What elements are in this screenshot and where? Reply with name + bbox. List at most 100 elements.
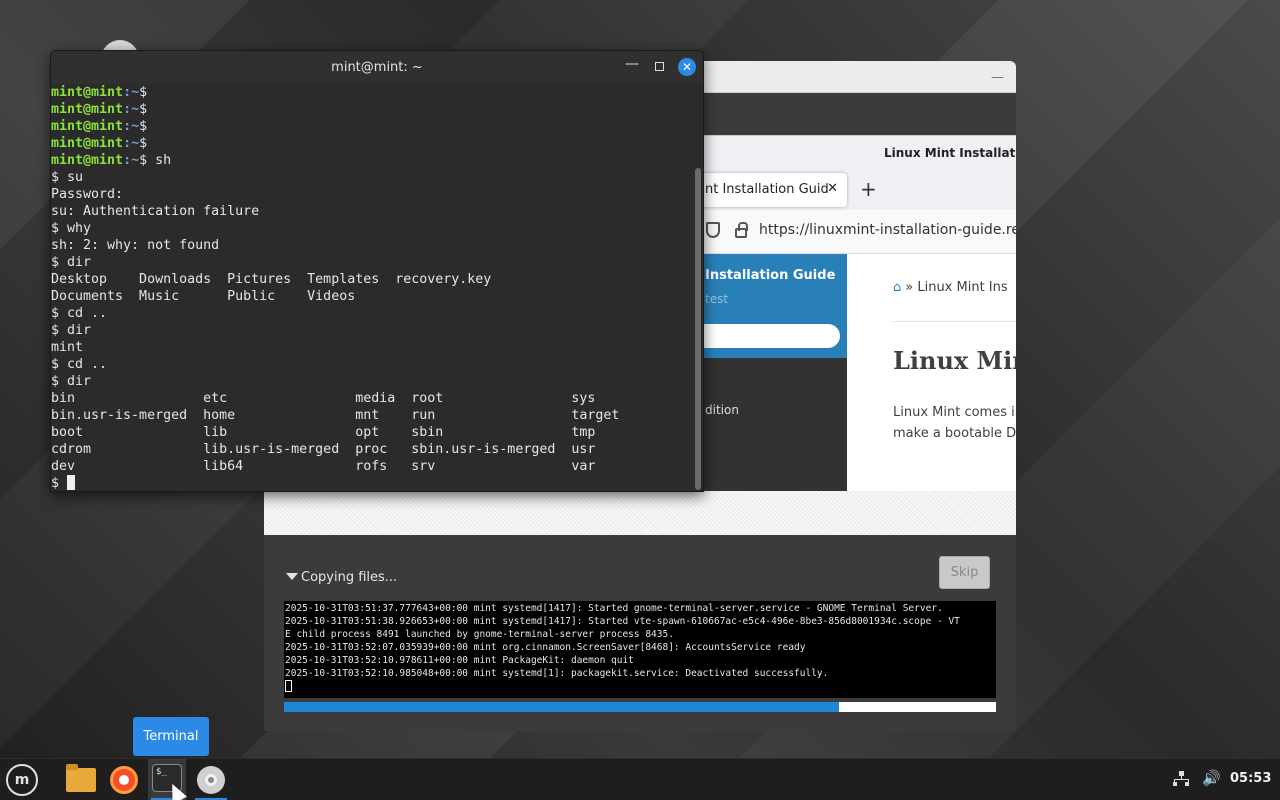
close-icon[interactable]: ✕ bbox=[678, 58, 696, 76]
terminal-text: $ su bbox=[51, 170, 84, 185]
prompt-user: mint@mint bbox=[51, 136, 124, 151]
folder-icon bbox=[66, 764, 96, 792]
terminal-input-line[interactable]: $ bbox=[51, 475, 695, 491]
terminal-text: $ bbox=[139, 119, 156, 134]
docs-content: ⌂» Linux Mint Ins Linux Min Linux Mint c… bbox=[847, 254, 1016, 491]
terminal-text: $ dir bbox=[51, 255, 92, 270]
firefox-launcher[interactable] bbox=[105, 759, 143, 800]
terminal-line: Documents Music Public Videos bbox=[51, 288, 695, 305]
file-manager-launcher[interactable] bbox=[61, 759, 99, 800]
breadcrumb-text: » Linux Mint Ins bbox=[905, 280, 1008, 295]
terminal-line: boot lib opt sbin tmp bbox=[51, 424, 695, 441]
docs-paragraph: Linux Mint comes in make a bootable DV bbox=[893, 402, 1016, 444]
home-icon: ⌂ bbox=[893, 280, 902, 295]
terminal-text: $ bbox=[139, 85, 156, 100]
prompt-user: mint@mint bbox=[51, 85, 124, 100]
terminal-text: Documents Music Public Videos bbox=[51, 289, 356, 304]
terminal-line: sh: 2: why: not found bbox=[51, 237, 695, 254]
terminal-text: $ bbox=[139, 102, 156, 117]
terminal-line: Password: bbox=[51, 186, 695, 203]
log-line: 2025-10-31T03:52:07.035939+00:00 mint or… bbox=[285, 642, 806, 653]
docs-sidebar-subtitle: test bbox=[705, 292, 729, 306]
terminal-line: mint@mint:~$ sh bbox=[51, 152, 695, 169]
terminal-text: $ why bbox=[51, 221, 92, 236]
browser-tab-title: nt Installation Guid bbox=[705, 182, 829, 197]
terminal-prompt: $ bbox=[51, 476, 68, 491]
installer-taskbar-button[interactable] bbox=[192, 759, 230, 800]
minimize-icon[interactable]: — bbox=[625, 56, 639, 72]
prompt-path: :~ bbox=[123, 102, 140, 117]
shield-icon bbox=[706, 222, 720, 238]
terminal-line: $ dir bbox=[51, 322, 695, 339]
terminal-text: $ dir bbox=[51, 374, 92, 389]
terminal-line: cdrom lib.usr-is-merged proc sbin.usr-is… bbox=[51, 441, 695, 458]
terminal-line: mint bbox=[51, 339, 695, 356]
progress-fill bbox=[284, 702, 840, 712]
prompt-path: :~ bbox=[123, 85, 140, 100]
clock[interactable]: 05:53 bbox=[1230, 771, 1271, 786]
terminal-line: bin.usr-is-merged home mnt run target bbox=[51, 407, 695, 424]
taskbar: m $_ 🔊 05:53 bbox=[0, 758, 1280, 800]
minimize-icon[interactable]: — bbox=[991, 70, 1004, 85]
docs-sidebar-item: dition bbox=[705, 403, 739, 417]
terminal-text: $ cd .. bbox=[51, 357, 108, 372]
prompt-user: mint@mint bbox=[51, 119, 124, 134]
prompt-user: mint@mint bbox=[51, 153, 124, 168]
firefox-icon bbox=[110, 766, 138, 794]
network-icon[interactable] bbox=[1173, 771, 1189, 787]
log-line: 2025-10-31T03:52:10.978611+00:00 mint Pa… bbox=[285, 655, 634, 666]
install-log: 2025-10-31T03:51:37.777643+00:00 mint sy… bbox=[284, 601, 996, 698]
docs-sidebar-header: Installation Guide test bbox=[702, 254, 847, 358]
terminal-scrollbar[interactable] bbox=[695, 168, 701, 490]
log-line: E child process 8491 launched by gnome-t… bbox=[285, 629, 674, 640]
terminal-tooltip: Terminal bbox=[133, 717, 209, 756]
new-tab-icon: + bbox=[860, 177, 877, 201]
log-cursor bbox=[285, 680, 292, 692]
terminal-text: $ sh bbox=[139, 153, 172, 168]
terminal-text: $ bbox=[139, 136, 156, 151]
prompt-path: :~ bbox=[123, 119, 140, 134]
maximize-icon[interactable] bbox=[655, 62, 664, 71]
terminal-text: mint bbox=[51, 340, 84, 355]
terminal-line: mint@mint:~$ bbox=[51, 118, 695, 135]
prompt-path: :~ bbox=[123, 136, 140, 151]
log-line: 2025-10-31T03:52:10.985048+00:00 mint sy… bbox=[285, 668, 829, 679]
browser-tab: nt Installation Guid ✕ bbox=[702, 173, 847, 207]
terminal-text: Desktop Downloads Pictures Templates rec… bbox=[51, 272, 492, 287]
log-line: 2025-10-31T03:51:37.777643+00:00 mint sy… bbox=[285, 603, 943, 614]
terminal-line: $ su bbox=[51, 169, 695, 186]
lock-icon bbox=[735, 222, 748, 238]
terminal-text: sh: 2: why: not found bbox=[51, 238, 220, 253]
terminal-titlebar[interactable]: mint@mint: ~ — ✕ bbox=[51, 51, 703, 84]
installer-progress-area: Copying files... Skip 2025-10-31T03:51:3… bbox=[264, 535, 1016, 731]
mint-menu-icon[interactable]: m bbox=[6, 764, 38, 796]
terminal-cursor bbox=[67, 475, 76, 490]
terminal-line: mint@mint:~$ bbox=[51, 135, 695, 152]
terminal-text: bin etc media root sys bbox=[51, 391, 596, 406]
terminal-output[interactable]: mint@mint:~$ mint@mint:~$ mint@mint:~$ m… bbox=[51, 84, 695, 491]
terminal-line: Desktop Downloads Pictures Templates rec… bbox=[51, 271, 695, 288]
progress-bar bbox=[284, 702, 996, 712]
terminal-line: $ cd .. bbox=[51, 305, 695, 322]
divider bbox=[893, 321, 1016, 322]
docs-sidebar-nav: dition bbox=[702, 358, 847, 491]
terminal-window[interactable]: mint@mint: ~ — ✕ mint@mint:~$ mint@mint:… bbox=[50, 50, 704, 492]
skip-button[interactable]: Skip bbox=[939, 556, 990, 589]
log-line: 2025-10-31T03:51:38.926653+00:00 mint sy… bbox=[285, 616, 960, 627]
terminal-line: mint@mint:~$ bbox=[51, 84, 695, 101]
terminal-title: mint@mint: ~ bbox=[331, 60, 423, 75]
prompt-user: mint@mint bbox=[51, 102, 124, 117]
terminal-text: $ cd .. bbox=[51, 306, 108, 321]
terminal-line: $ dir bbox=[51, 254, 695, 271]
close-tab-icon: ✕ bbox=[827, 181, 838, 196]
status-label[interactable]: Copying files... bbox=[286, 570, 397, 585]
terminal-text: su: Authentication failure bbox=[51, 204, 260, 219]
terminal-text: boot lib opt sbin tmp bbox=[51, 425, 596, 440]
browser-url: https://linuxmint-installation-guide.rea… bbox=[759, 222, 1016, 238]
volume-icon[interactable]: 🔊 bbox=[1202, 769, 1221, 787]
terminal-line: bin etc media root sys bbox=[51, 390, 695, 407]
terminal-text: Password: bbox=[51, 187, 124, 202]
log-cursor-line bbox=[285, 680, 995, 694]
terminal-line: mint@mint:~$ bbox=[51, 101, 695, 118]
disc-icon bbox=[197, 766, 225, 794]
